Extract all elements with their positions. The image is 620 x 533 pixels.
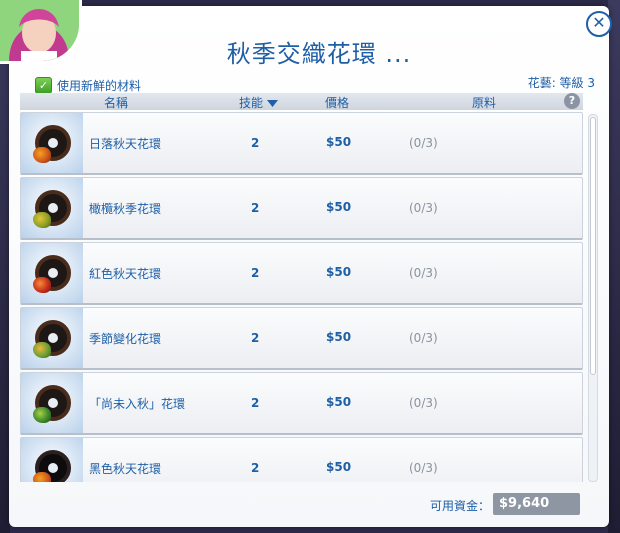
red-autumn-wreath-icon [21,243,83,303]
recipe-skill: 2 [251,461,260,475]
recipe-skill: 2 [251,396,260,410]
recipe-ingredients: (0/3) [409,396,438,410]
background-right [608,0,620,533]
seasonal-change-wreath-icon [21,308,83,368]
recipe-name: 季節變化花環 [89,332,162,346]
available-funds-value: $9,640 [493,493,580,515]
recipe-price: $50 [326,135,352,149]
recipe-price: $50 [326,395,352,409]
recipe-price: $50 [326,200,352,214]
black-autumn-wreath-icon [21,438,83,482]
close-button[interactable]: ✕ [586,11,612,37]
skill-level: 花藝: 等級 3 [527,76,595,90]
recipe-skill: 2 [251,201,260,215]
olive-autumn-wreath-icon [21,178,83,238]
recipe-name: 日落秋天花環 [89,137,162,151]
recipe-list: 日落秋天花環 2 $50 (0/3) 橄欖秋季花環 2 $50 (0/3) 紅色… [20,112,583,482]
fresh-ingredients-label: 使用新鮮的材料 [57,78,142,93]
recipe-name: 紅色秋天花環 [89,267,162,281]
help-icon[interactable]: ? [564,93,580,109]
recipe-ingredients: (0/3) [409,136,438,150]
fresh-ingredients-toggle[interactable]: ✓ 使用新鮮的材料 [35,76,141,94]
recipe-name: 黑色秋天花環 [89,462,162,476]
recipe-row[interactable]: 橄欖秋季花環 2 $50 (0/3) [20,177,583,240]
sort-descending-icon [266,99,278,107]
scrollbar-thumb[interactable] [590,117,596,375]
recipe-name: 「尚未入秋」花環 [89,397,186,411]
recipe-row[interactable]: 季節變化花環 2 $50 (0/3) [20,307,583,370]
recipe-row[interactable]: 「尚未入秋」花環 2 $50 (0/3) [20,372,583,435]
recipe-ingredients: (0/3) [409,461,438,475]
recipe-skill: 2 [251,331,260,345]
recipe-row[interactable]: 紅色秋天花環 2 $50 (0/3) [20,242,583,305]
column-header-price[interactable]: 價格 [325,94,349,111]
column-header-skill-label: 技能 [239,96,264,110]
recipe-price: $50 [326,460,352,474]
column-header-bar: 名稱 技能 價格 原料 [20,93,583,110]
recipe-ingredients: (0/3) [409,201,438,215]
not-yet-autumn-wreath-icon [21,373,83,433]
sim-portrait-icon [0,0,79,61]
column-header-ingredients[interactable]: 原料 [472,94,496,111]
checkbox-checked-icon[interactable]: ✓ [35,76,52,94]
recipe-row[interactable]: 黑色秋天花環 2 $50 (0/3) [20,437,583,482]
column-header-name[interactable]: 名稱 [104,94,128,111]
scrollbar[interactable] [588,114,598,482]
recipe-ingredients: (0/3) [409,266,438,280]
column-header-skill[interactable]: 技能 [239,94,278,111]
recipe-skill: 2 [251,266,260,280]
recipe-row[interactable]: 日落秋天花環 2 $50 (0/3) [20,112,583,175]
dialog-title: 秋季交織花環 ... [226,40,412,68]
recipe-price: $50 [326,265,352,279]
recipe-name: 橄欖秋季花環 [89,202,162,216]
recipe-skill: 2 [251,136,260,150]
sunset-autumn-wreath-icon [21,113,83,173]
recipe-ingredients: (0/3) [409,331,438,345]
recipe-price: $50 [326,330,352,344]
available-funds-label: 可用資金： [430,499,491,513]
